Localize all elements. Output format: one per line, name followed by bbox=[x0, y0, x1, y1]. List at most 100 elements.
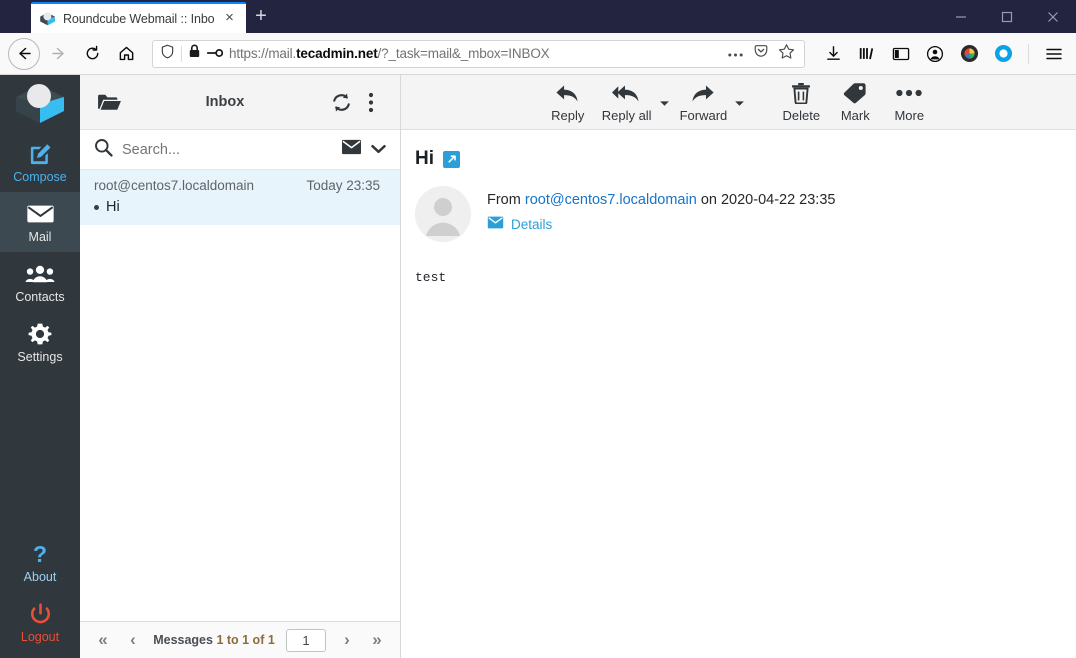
sidebar-item-compose[interactable]: Compose bbox=[0, 132, 80, 192]
key-icon bbox=[206, 45, 224, 63]
sidebar-item-logout[interactable]: Logout bbox=[0, 592, 80, 658]
sidebar-item-label: Contacts bbox=[15, 290, 65, 304]
account-icon[interactable] bbox=[921, 40, 949, 68]
search-input[interactable] bbox=[122, 141, 332, 158]
reply-all-dropdown-icon[interactable] bbox=[659, 94, 673, 112]
reply-button[interactable]: Reply bbox=[541, 81, 595, 123]
reload-icon[interactable] bbox=[76, 38, 108, 70]
message-list-row[interactable]: root@centos7.localdomain Today 23:35 Hi bbox=[80, 170, 400, 225]
reply-all-arrow-icon bbox=[602, 81, 652, 105]
reply-all-button[interactable]: Reply all bbox=[595, 81, 659, 123]
sidebar-item-settings[interactable]: Settings bbox=[0, 312, 80, 372]
from-label: From bbox=[487, 192, 521, 208]
pocket-icon[interactable] bbox=[753, 43, 769, 64]
library-icon[interactable] bbox=[853, 40, 881, 68]
back-arrow-icon[interactable] bbox=[8, 37, 40, 70]
folder-open-icon[interactable] bbox=[94, 92, 124, 112]
from-line: From root@centos7.localdomain on 2020-04… bbox=[487, 192, 835, 208]
roundcube-app: Compose Mail Contacts Settings ? About L… bbox=[0, 75, 1076, 658]
search-bar[interactable] bbox=[80, 130, 400, 170]
forward-dropdown-icon[interactable] bbox=[734, 94, 748, 112]
sidebar-item-contacts[interactable]: Contacts bbox=[0, 252, 80, 312]
roundcube-logo bbox=[0, 75, 80, 132]
open-in-new-window-icon[interactable] bbox=[443, 150, 460, 168]
toolbar-separator bbox=[1028, 43, 1029, 64]
gear-icon bbox=[0, 321, 80, 347]
forward-arrow-icon[interactable] bbox=[42, 38, 74, 70]
message-list[interactable]: root@centos7.localdomain Today 23:35 Hi bbox=[80, 170, 400, 621]
on-label: on bbox=[700, 192, 717, 208]
toolbar-button-label: Delete bbox=[782, 108, 821, 123]
task-sidebar: Compose Mail Contacts Settings ? About L… bbox=[0, 75, 80, 658]
sidebar-item-about[interactable]: ? About bbox=[0, 532, 80, 592]
sender-info: From root@centos7.localdomain on 2020-04… bbox=[487, 186, 835, 242]
toolbar-button-label: Mark bbox=[840, 108, 870, 123]
page-number-input[interactable]: 1 bbox=[286, 628, 326, 652]
delete-button[interactable]: Delete bbox=[774, 81, 828, 123]
sidebar-icon[interactable] bbox=[887, 40, 915, 68]
forward-button[interactable]: Forward bbox=[673, 81, 735, 123]
page-actions-ellipsis-icon[interactable] bbox=[727, 45, 744, 63]
message-toolbar: Reply Reply all Forward Delete Mark More bbox=[401, 75, 1076, 130]
previous-page-button[interactable]: ‹ bbox=[120, 630, 146, 650]
window-controls bbox=[938, 0, 1076, 33]
details-toggle[interactable]: Details bbox=[487, 216, 835, 232]
star-icon[interactable] bbox=[778, 43, 795, 65]
sidebar-item-label: About bbox=[23, 570, 57, 584]
maximize-button[interactable] bbox=[984, 0, 1030, 33]
sidebar-item-label: Mail bbox=[28, 230, 52, 244]
minimize-button[interactable] bbox=[938, 0, 984, 33]
sidebar-item-label: Settings bbox=[17, 350, 63, 364]
sidebar-item-label: Compose bbox=[13, 170, 67, 184]
browser-toolbar-icons bbox=[815, 40, 1068, 68]
url-text[interactable]: https://mail.tecadmin.net/?_task=mail&_m… bbox=[229, 46, 721, 61]
chevron-down-icon[interactable] bbox=[371, 141, 386, 159]
toolbar-button-label: Reply all bbox=[601, 108, 652, 123]
message-body: test bbox=[415, 270, 447, 285]
envelope-icon bbox=[0, 201, 80, 227]
search-scope-envelope-icon[interactable] bbox=[341, 139, 362, 160]
refresh-icon[interactable] bbox=[326, 92, 356, 113]
default-user-avatar-icon bbox=[415, 186, 471, 242]
tag-icon bbox=[835, 81, 875, 105]
three-dots-vertical-icon[interactable] bbox=[356, 92, 386, 113]
ellipsis-horizontal-icon bbox=[889, 81, 929, 105]
url-bar[interactable]: https://mail.tecadmin.net/?_task=mail&_m… bbox=[152, 39, 805, 68]
first-page-button[interactable]: « bbox=[90, 630, 116, 650]
message-sender: root@centos7.localdomain bbox=[94, 178, 255, 193]
details-label: Details bbox=[511, 216, 553, 232]
extension-blue-circle-icon[interactable] bbox=[989, 40, 1017, 68]
sidebar-item-mail[interactable]: Mail bbox=[0, 192, 80, 252]
sender-address-link[interactable]: root@centos7.localdomain bbox=[525, 192, 697, 208]
message-list-header: Inbox bbox=[80, 75, 400, 130]
close-window-button[interactable] bbox=[1030, 0, 1076, 33]
mark-button[interactable]: Mark bbox=[828, 81, 882, 123]
home-icon[interactable] bbox=[110, 38, 142, 70]
tab-close-icon[interactable]: × bbox=[221, 10, 238, 27]
downloads-icon[interactable] bbox=[819, 40, 847, 68]
message-content: Hi From root@centos7.localdomain on 2020… bbox=[401, 130, 1076, 658]
padlock-icon[interactable] bbox=[188, 44, 201, 63]
url-separator bbox=[181, 45, 182, 62]
last-page-button[interactable]: » bbox=[364, 630, 390, 650]
search-icon bbox=[94, 138, 113, 162]
url-actions bbox=[727, 43, 797, 65]
browser-tab[interactable]: Roundcube Webmail :: Inbox × bbox=[31, 2, 246, 33]
message-date: Today 23:35 bbox=[306, 178, 380, 193]
message-row-top: root@centos7.localdomain Today 23:35 bbox=[94, 178, 386, 193]
folder-title: Inbox bbox=[205, 94, 245, 110]
toolbar-button-label: Forward bbox=[679, 108, 728, 123]
hamburger-menu-icon[interactable] bbox=[1040, 40, 1068, 68]
reply-arrow-icon bbox=[548, 81, 588, 105]
tracking-protection-shield-icon[interactable] bbox=[160, 44, 175, 64]
pagination-status: Messages 1 to 1 of 1 bbox=[153, 633, 275, 647]
next-page-button[interactable]: › bbox=[334, 630, 360, 650]
more-button[interactable]: More bbox=[882, 81, 936, 123]
sender-row: From root@centos7.localdomain on 2020-04… bbox=[415, 186, 1076, 242]
contacts-people-icon bbox=[0, 261, 80, 287]
new-tab-button[interactable]: + bbox=[246, 2, 276, 33]
compose-pencil-icon bbox=[0, 141, 80, 167]
extension-color-icon[interactable] bbox=[955, 40, 983, 68]
message-subject-heading: Hi bbox=[415, 148, 434, 169]
title-bar: Roundcube Webmail :: Inbox × + bbox=[0, 0, 1076, 33]
